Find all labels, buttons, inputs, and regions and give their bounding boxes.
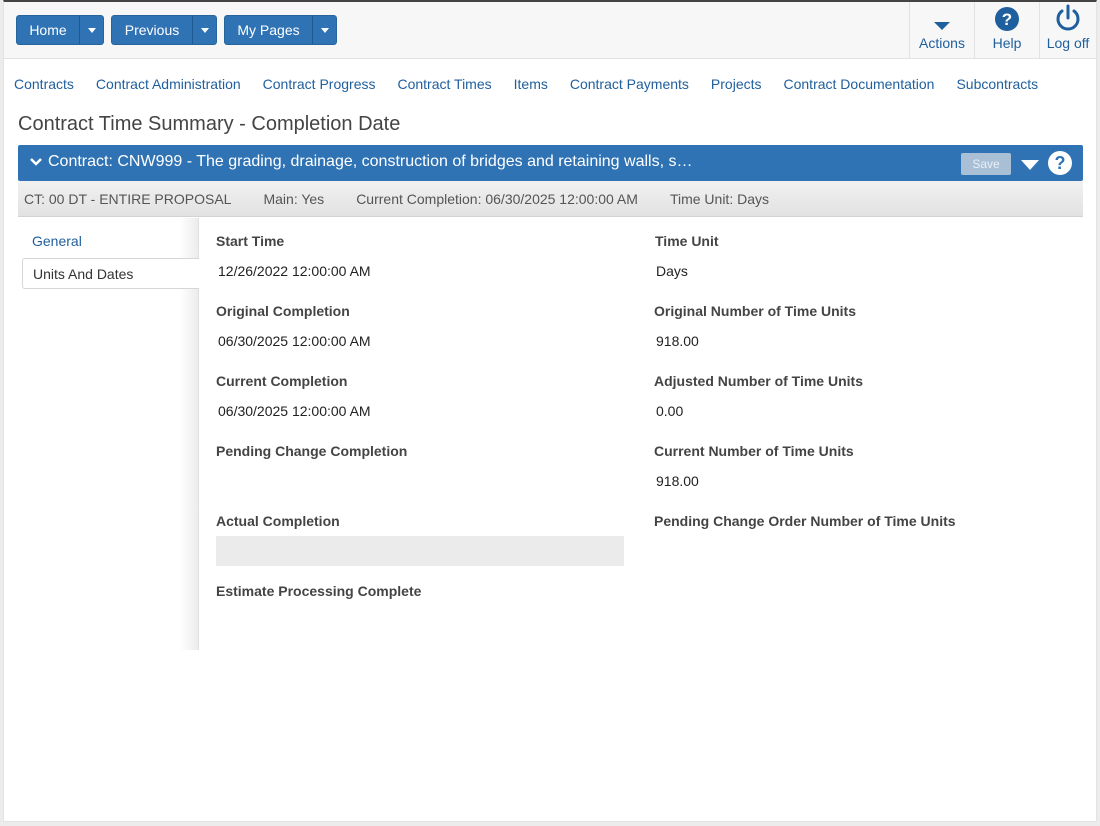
nav-contract-progress[interactable]: Contract Progress: [263, 76, 376, 92]
svg-text:?: ?: [1002, 10, 1012, 29]
pending-change-completion-label: Pending Change Completion: [216, 443, 408, 459]
actions-label: Actions: [919, 35, 965, 51]
tab-general[interactable]: General: [22, 226, 199, 256]
nav-subcontracts[interactable]: Subcontracts: [956, 76, 1038, 92]
help-icon[interactable]: ?: [1048, 151, 1072, 175]
log-off-label: Log off: [1046, 35, 1090, 51]
home-button[interactable]: Home: [16, 15, 79, 45]
adjusted-time-units-label: Adjusted Number of Time Units: [654, 373, 863, 389]
estimate-processing-complete-label: Estimate Processing Complete: [216, 583, 422, 599]
current-time-units-value: 918.00: [656, 473, 699, 489]
nav-contract-times[interactable]: Contract Times: [397, 76, 491, 92]
previous-button[interactable]: Previous: [111, 15, 192, 45]
tab-units-and-dates[interactable]: Units And Dates: [22, 258, 199, 289]
current-completion-info: Current Completion: 06/30/2025 12:00:00 …: [356, 190, 638, 207]
actions-menu[interactable]: Actions: [909, 2, 974, 59]
main-nav: Contracts Contract Administration Contra…: [14, 76, 1060, 92]
nav-contract-administration[interactable]: Contract Administration: [96, 76, 241, 92]
original-time-units-label: Original Number of Time Units: [654, 303, 856, 319]
home-dropdown-button[interactable]: [79, 15, 104, 45]
nav-projects[interactable]: Projects: [711, 76, 762, 92]
home-button-group: Home: [16, 15, 104, 45]
caret-down-icon: [933, 2, 951, 32]
current-completion-label: Current Completion: [216, 373, 348, 389]
adjusted-time-units-value: 0.00: [656, 403, 684, 419]
current-time-units-label: Current Number of Time Units: [654, 443, 854, 459]
current-completion-value: 06/30/2025 12:00:00 AM: [218, 403, 371, 419]
contract-info-strip: CT: 00 DT - ENTIRE PROPOSAL Main: Yes Cu…: [18, 181, 1083, 217]
contract-title[interactable]: Contract: CNW999 - The grading, drainage…: [48, 153, 692, 171]
actual-completion-field[interactable]: [216, 536, 624, 566]
start-time-value: 12/26/2022 12:00:00 AM: [218, 263, 371, 279]
nav-contract-payments[interactable]: Contract Payments: [570, 76, 689, 92]
time-unit-label: Time Unit: [655, 233, 719, 249]
original-time-units-value: 918.00: [656, 333, 699, 349]
nav-contract-documentation[interactable]: Contract Documentation: [784, 76, 935, 92]
caret-down-icon: [320, 27, 329, 33]
time-unit-value: Days: [656, 263, 688, 279]
power-icon: [1055, 2, 1081, 32]
top-toolbar: Home Previous My Pages Actions ? Help Lo…: [4, 2, 1096, 59]
my-pages-button[interactable]: My Pages: [224, 15, 312, 45]
caret-down-icon: [87, 27, 96, 33]
log-off-link[interactable]: Log off: [1039, 2, 1096, 59]
start-time-label: Start Time: [216, 233, 285, 249]
time-unit-info: Time Unit: Days: [669, 190, 769, 207]
save-button[interactable]: Save: [961, 153, 1011, 175]
chevron-down-icon[interactable]: [29, 155, 43, 174]
main-info: Main: Yes: [263, 190, 325, 207]
previous-dropdown-button[interactable]: [192, 15, 217, 45]
mypages-button-group: My Pages: [224, 15, 337, 45]
caret-down-icon: [200, 27, 209, 33]
side-tabs: General Units And Dates: [18, 218, 199, 650]
top-right-actions: Actions ? Help Log off: [909, 2, 1096, 59]
help-label: Help: [992, 35, 1022, 51]
my-pages-dropdown-button[interactable]: [312, 15, 337, 45]
pending-change-order-time-units-label: Pending Change Order Number of Time Unit…: [654, 513, 956, 529]
previous-button-group: Previous: [111, 15, 217, 45]
question-circle-icon: ?: [994, 2, 1020, 32]
original-completion-label: Original Completion: [216, 303, 350, 319]
app-frame: Home Previous My Pages Actions ? Help Lo…: [3, 0, 1097, 822]
help-link[interactable]: ? Help: [974, 2, 1039, 59]
page-title: Contract Time Summary - Completion Date: [18, 113, 401, 135]
actual-completion-label: Actual Completion: [216, 513, 340, 529]
nav-items[interactable]: Items: [514, 76, 548, 92]
original-completion-value: 06/30/2025 12:00:00 AM: [218, 333, 371, 349]
contract-time-info: CT: 00 DT - ENTIRE PROPOSAL: [24, 190, 232, 207]
contract-header-bar: Contract: CNW999 - The grading, drainage…: [18, 145, 1083, 181]
caret-down-icon[interactable]: [1021, 160, 1039, 170]
nav-contracts[interactable]: Contracts: [14, 76, 74, 92]
